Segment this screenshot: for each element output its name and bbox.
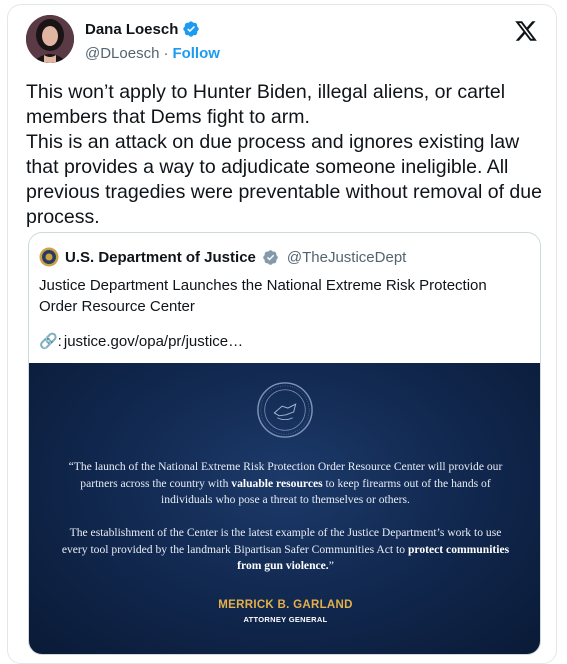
author-handle[interactable]: @DLoesch [85,45,159,62]
quoted-tweet-text: Justice Department Launches the National… [39,277,487,315]
author-name[interactable]: Dana Loesch [85,21,178,38]
tweet-text-line1: This won’t apply to Hunter Biden, illega… [26,81,506,128]
quoted-author-handle[interactable]: @TheJusticeDept [287,249,406,266]
verified-badge-icon [183,21,200,37]
quoted-image[interactable]: “The launch of the National Extreme Risk… [29,363,540,654]
avatar-image [26,15,74,63]
author-name-row: Dana Loesch [85,20,200,38]
quoted-tweet-header: U.S. Department of Justice @TheJusticeDe… [39,247,406,267]
tweet-text-line2: This is an attack on due process and ign… [26,131,542,228]
avatar[interactable] [26,15,74,63]
quoted-tweet-link[interactable]: 🔗: justice.gov/opa/pr/justice… [39,332,243,351]
link-url[interactable]: justice.gov/opa/pr/justice… [64,333,243,350]
speaker-name: MERRICK B. GARLAND [218,599,353,611]
doj-seal-icon [39,247,59,267]
image-quote-paragraph-2: The establishment of the Center is the l… [61,526,510,572]
author-handle-row: @DLoesch · Follow [85,45,220,62]
quoted-author-name[interactable]: U.S. Department of Justice [65,249,256,266]
speaker-title: ATTORNEY GENERAL [243,615,328,624]
separator: · [163,45,169,62]
follow-button[interactable]: Follow [172,45,220,62]
image-quote-paragraph-1: “The launch of the National Extreme Risk… [68,460,503,506]
gray-verified-badge-icon [263,249,278,265]
doj-seal-icon [257,382,313,438]
quoted-tweet[interactable]: U.S. Department of Justice @TheJusticeDe… [28,232,541,655]
x-logo-icon[interactable] [514,19,538,43]
tweet-text: This won’t apply to Hunter Biden, illega… [26,80,546,230]
link-icon: 🔗: [39,333,62,350]
